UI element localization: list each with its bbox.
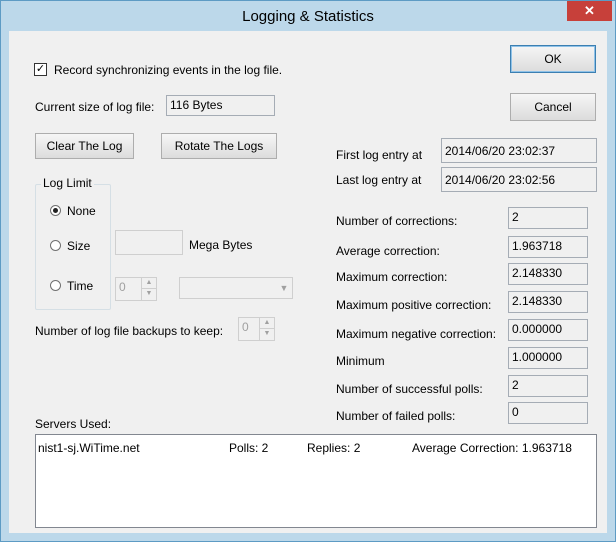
server-polls: Polls: 2 [229,441,269,455]
record-events-label: Record synchronizing events in the log f… [54,63,283,77]
last-entry-label: Last log entry at [336,173,422,187]
log-limit-group-label: Log Limit [41,176,94,190]
backups-label: Number of log file backups to keep: [35,324,224,338]
radio-none[interactable] [50,205,61,216]
stat-label: Number of successful polls: [336,382,483,396]
stat-value: 2.148330 [508,291,588,313]
list-item[interactable]: nist1-sj.WiTime.net Polls: 2 Replies: 2 … [36,441,596,457]
stat-label: Minimum [336,354,385,368]
spin-up-icon[interactable]: ▲ [142,278,156,289]
close-button[interactable]: ✕ [567,1,612,21]
radio-none-label: None [67,204,96,218]
spin-down-icon[interactable]: ▼ [260,329,274,340]
stat-value: 2 [508,207,588,229]
time-unit-combo[interactable]: ▼ [179,277,293,299]
log-size-label: Current size of log file: [35,100,155,114]
record-events-checkbox[interactable]: ✓ [34,63,47,76]
backups-spinner-buttons: ▲ ▼ [259,318,274,340]
servers-label: Servers Used: [35,417,112,431]
stat-label: Maximum correction: [336,270,448,284]
spin-down-icon[interactable]: ▼ [142,289,156,300]
backups-spinner-value: 0 [242,320,249,334]
stat-value: 1.000000 [508,347,588,369]
ok-button[interactable]: OK [510,45,596,73]
server-replies: Replies: 2 [307,441,361,455]
radio-selected-dot [53,208,58,213]
servers-list[interactable]: nist1-sj.WiTime.net Polls: 2 Replies: 2 … [35,434,597,528]
radio-time-label: Time [67,279,94,293]
dialog-client: ✓ Record synchronizing events in the log… [9,31,607,533]
rotate-logs-button[interactable]: Rotate The Logs [161,133,277,159]
stat-value: 0 [508,402,588,424]
first-entry-field: 2014/06/20 23:02:37 [441,138,597,163]
first-entry-label: First log entry at [336,148,423,162]
stat-value: 1.963718 [508,236,588,258]
stat-label: Average correction: [336,244,440,258]
cancel-button[interactable]: Cancel [510,93,596,121]
log-size-field: 116 Bytes [166,95,275,116]
time-spinner-buttons: ▲ ▼ [141,278,156,300]
stat-value: 2.148330 [508,263,588,285]
backups-spinner[interactable]: 0 ▲ ▼ [238,317,275,341]
time-spinner[interactable]: 0 ▲ ▼ [115,277,157,301]
size-unit-label: Mega Bytes [189,238,253,252]
stat-label: Number of failed polls: [336,409,456,423]
stat-label: Maximum positive correction: [336,298,492,312]
time-spinner-value: 0 [119,280,126,294]
radio-size-label: Size [67,239,91,253]
chevron-down-icon: ▼ [279,283,289,293]
spin-up-icon[interactable]: ▲ [260,318,274,329]
last-entry-field: 2014/06/20 23:02:56 [441,167,597,192]
stat-value: 0.000000 [508,319,588,341]
server-average-correction: Average Correction: 1.963718 [412,441,572,455]
title-bar[interactable]: Logging & Statistics ✕ [1,1,615,31]
stat-label: Maximum negative correction: [336,327,497,341]
clear-log-button[interactable]: Clear The Log [35,133,134,159]
server-name: nist1-sj.WiTime.net [38,441,140,455]
window-title: Logging & Statistics [242,8,374,25]
size-input[interactable] [115,230,183,255]
radio-time[interactable] [50,280,61,291]
stat-label: Number of corrections: [336,214,458,228]
dialog-window: Logging & Statistics ✕ ✓ Record synchron… [0,0,616,542]
stat-value: 2 [508,375,588,397]
radio-size[interactable] [50,240,61,251]
